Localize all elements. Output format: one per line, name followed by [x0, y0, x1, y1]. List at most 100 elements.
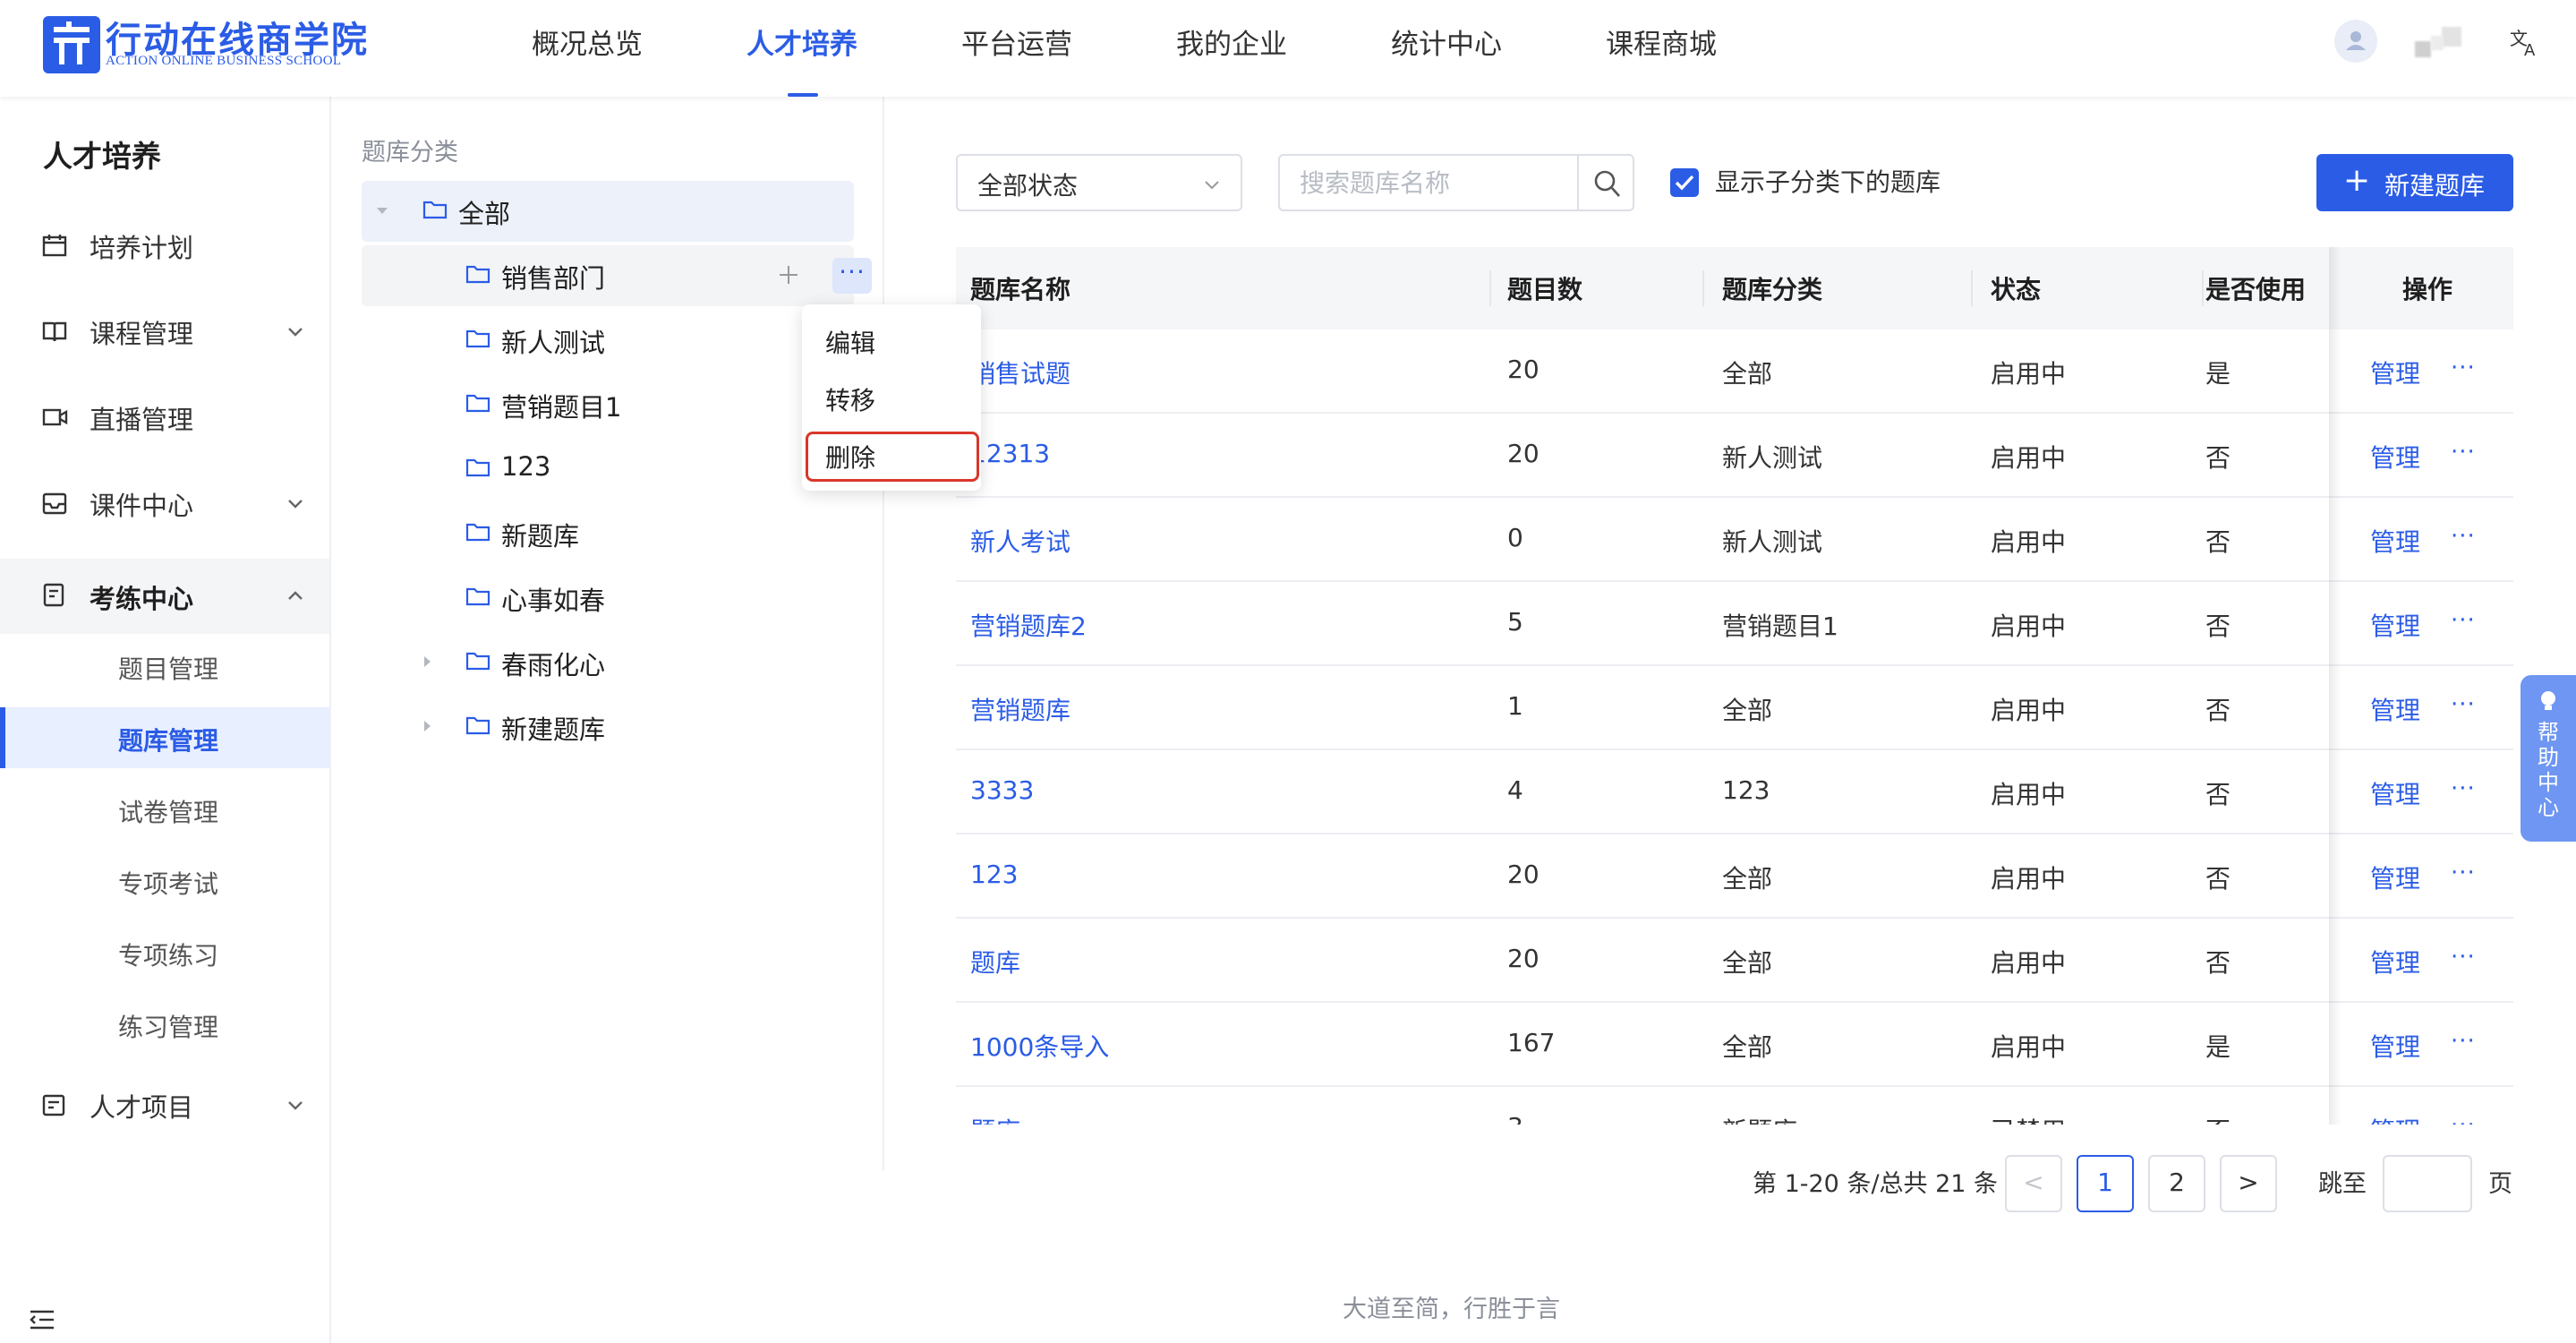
bank-name-link[interactable]: 销售试题 [970, 355, 1070, 390]
table-row: 12313 20 新人测试 启用中 否 管理 ··· [956, 414, 2513, 498]
help-center-button[interactable]: 帮助中心 [2521, 675, 2576, 842]
bank-name-link[interactable]: 营销题库2 [970, 607, 1087, 643]
sidebar-item-training-plan[interactable]: 培养计划 [0, 215, 329, 276]
nav-enterprise[interactable]: 我的企业 [1176, 21, 1287, 62]
status-select[interactable]: 全部状态 [956, 154, 1242, 211]
manage-link[interactable]: 管理 [2370, 775, 2420, 811]
next-page-button[interactable]: > [2220, 1155, 2277, 1212]
sidebar-sub-bank[interactable]: 题库管理 [0, 707, 329, 768]
tree-node-child[interactable]: 春雨化心 [362, 632, 854, 693]
tree-node-child[interactable]: 123 [362, 439, 854, 500]
tree-node-child[interactable]: 新题库 [362, 503, 854, 564]
nav-overview[interactable]: 概况总览 [532, 21, 643, 62]
row-more-button[interactable]: ··· [2451, 691, 2476, 718]
avatar[interactable] [2334, 20, 2377, 63]
new-bank-button[interactable]: + 新建题库 [2316, 154, 2513, 211]
manage-link[interactable]: 管理 [2370, 355, 2420, 390]
bank-category: 123 [1722, 775, 1770, 805]
bank-category: 新人测试 [1722, 527, 1823, 557]
tree-node-child[interactable]: 心事如春 [362, 568, 854, 629]
sidebar-item-talent-project[interactable]: 人才项目 [0, 1074, 329, 1135]
page-2-button[interactable]: 2 [2148, 1155, 2205, 1212]
pagination-info: 第 1-20 条/总共 21 条 [1753, 1170, 1999, 1198]
menu-item-delete[interactable]: 删除 [825, 439, 875, 475]
sidebar-sub-label: 试卷管理 [118, 798, 219, 827]
sidebar-item-courseware[interactable]: 课件中心 [0, 473, 329, 534]
row-more-button[interactable]: ··· [2451, 1028, 2476, 1055]
sidebar-sub-question[interactable]: 题目管理 [0, 636, 329, 697]
menu-item-move[interactable]: 转移 [825, 381, 875, 417]
row-more-button[interactable]: ··· [2451, 355, 2476, 381]
manage-link[interactable]: 管理 [2370, 691, 2420, 727]
sidebar-sub-practice[interactable]: 练习管理 [0, 994, 329, 1055]
manage-link[interactable]: 管理 [2370, 860, 2420, 895]
jump-page-input[interactable] [2383, 1155, 2472, 1212]
manage-link[interactable]: 管理 [2370, 523, 2420, 559]
tree-node-child[interactable]: 新人测试 [362, 310, 854, 371]
nav-statistics[interactable]: 统计中心 [1391, 21, 1502, 62]
tree-node-child[interactable]: 营销题目1 [362, 374, 854, 435]
bank-name-link[interactable]: 营销题库 [970, 691, 1070, 727]
search-button[interactable] [1577, 154, 1634, 211]
bank-name-link[interactable]: 1000条导入 [970, 1028, 1109, 1064]
sidebar-sub-paper[interactable]: 试卷管理 [0, 779, 329, 840]
search-input[interactable] [1278, 154, 1579, 211]
row-more-button[interactable]: ··· [2451, 607, 2476, 634]
folder-icon [465, 265, 490, 284]
manage-link[interactable]: 管理 [2370, 944, 2420, 979]
tree-node-child[interactable]: 新建题库 [362, 697, 854, 757]
sidebar-item-course[interactable]: 课程管理 [0, 301, 329, 362]
question-count: 1 [1507, 691, 1523, 721]
sidebar-item-live[interactable]: 直播管理 [0, 387, 329, 448]
column-divider [1971, 270, 1973, 306]
row-more-button[interactable]: ··· [2451, 860, 2476, 886]
bank-name-link[interactable]: 题库 [970, 1112, 1020, 1125]
page-1-button[interactable]: 1 [2077, 1155, 2134, 1212]
manage-link[interactable]: 管理 [2370, 607, 2420, 643]
nav-talent[interactable]: 人才培养 [746, 21, 857, 62]
translate-icon[interactable]: 文 A [2508, 25, 2542, 67]
show-sub-checkbox[interactable] [1670, 168, 1699, 197]
menu-item-edit[interactable]: 编辑 [825, 324, 875, 360]
bank-name-link[interactable]: 题库 [970, 944, 1020, 979]
caret-right-icon[interactable] [419, 718, 435, 734]
manage-link[interactable]: 管理 [2370, 1112, 2420, 1125]
user-name-blurred[interactable] [2410, 23, 2472, 61]
bank-status: 启用中 [1991, 359, 2067, 389]
nav-course-mall[interactable]: 课程商城 [1606, 21, 1717, 62]
bank-name-link[interactable]: 新人考试 [970, 523, 1070, 559]
bank-name-link[interactable]: 12313 [970, 439, 1050, 468]
row-more-button[interactable]: ··· [2451, 523, 2476, 550]
tree-node-label: 123 [501, 451, 551, 482]
bank-used: 否 [2205, 780, 2231, 809]
sidebar-sub-special-practice[interactable]: 专项练习 [0, 922, 329, 983]
sidebar-item-label: 人才项目 [90, 1092, 194, 1123]
nav-operations[interactable]: 平台运营 [961, 21, 1072, 62]
bank-status: 启用中 [1991, 696, 2067, 725]
bank-used: 否 [2205, 948, 2231, 978]
row-more-button[interactable]: ··· [2451, 775, 2476, 802]
svg-text:A: A [2524, 41, 2536, 59]
show-sub-label[interactable]: 显示子分类下的题库 [1715, 163, 1941, 199]
more-actions-button[interactable]: ··· [832, 258, 872, 294]
table-row: 1000条导入 167 全部 启用中 是 管理 ··· [956, 1003, 2513, 1087]
caret-down-icon[interactable] [374, 202, 390, 218]
tree-node-root[interactable]: 全部 [362, 181, 854, 242]
table-row: 营销题库 1 全部 启用中 否 管理 ··· [956, 666, 2513, 750]
row-more-button[interactable]: ··· [2451, 439, 2476, 466]
sidebar-sub-special-exam[interactable]: 专项考试 [0, 851, 329, 911]
chevron-up-icon [288, 591, 303, 600]
collapse-sidebar-icon[interactable] [29, 1309, 55, 1330]
row-more-button[interactable]: ··· [2451, 944, 2476, 971]
bank-name-link[interactable]: 3333 [970, 775, 1034, 805]
bank-name-link[interactable]: 123 [970, 860, 1018, 889]
prev-page-button[interactable]: < [2005, 1155, 2062, 1212]
add-subcategory-icon[interactable] [775, 261, 802, 288]
row-more-button[interactable]: ··· [2451, 1112, 2476, 1125]
caret-right-icon[interactable] [419, 654, 435, 670]
sidebar-item-exam[interactable]: 考练中心 [0, 559, 329, 634]
tree-node-child[interactable]: 销售部门 ··· [362, 245, 872, 306]
manage-link[interactable]: 管理 [2370, 439, 2420, 475]
logo-icon[interactable] [43, 16, 100, 73]
manage-link[interactable]: 管理 [2370, 1028, 2420, 1064]
